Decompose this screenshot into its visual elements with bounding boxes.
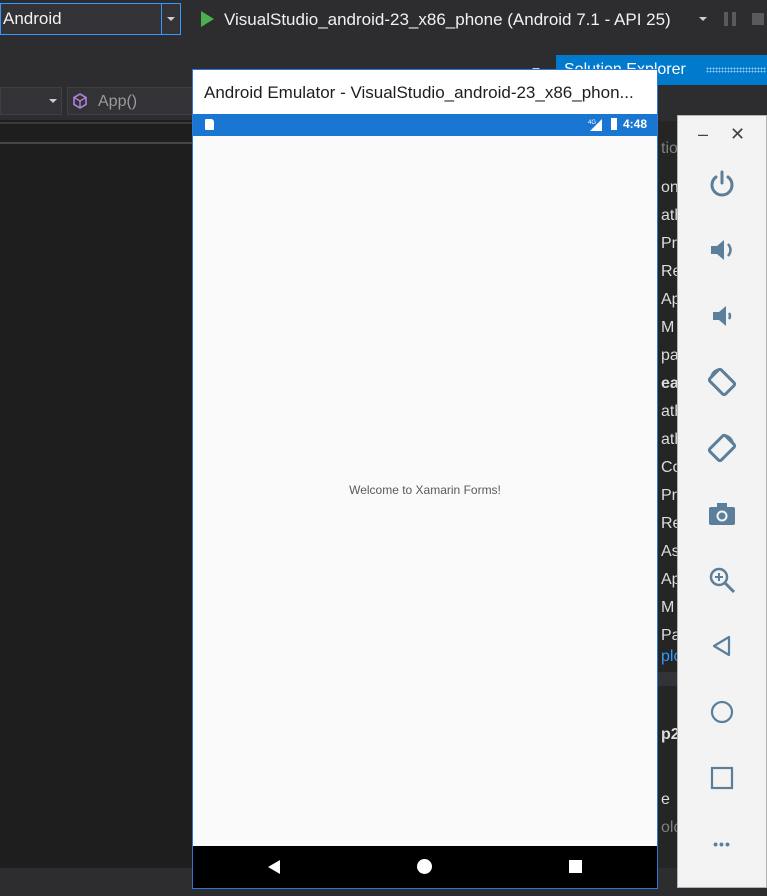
zoom-button[interactable] bbox=[704, 562, 740, 598]
tree-fragment: tio bbox=[661, 140, 678, 157]
member-dropdown[interactable]: App() bbox=[67, 87, 197, 115]
rotate-left-button[interactable] bbox=[704, 364, 740, 400]
tree-fragment[interactable]: M bbox=[661, 319, 674, 337]
back-button[interactable] bbox=[704, 628, 740, 664]
home-button[interactable] bbox=[704, 694, 740, 730]
emulator-toolbar: – ✕ ••• bbox=[677, 115, 767, 888]
svg-text:4G: 4G bbox=[588, 120, 596, 126]
more-icon[interactable]: ••• bbox=[704, 826, 740, 862]
signal-icon: 4G bbox=[588, 119, 602, 131]
panel-grip bbox=[706, 67, 766, 73]
stop-icon[interactable] bbox=[752, 13, 764, 25]
pause-icon[interactable] bbox=[724, 12, 736, 26]
power-button[interactable] bbox=[704, 166, 740, 202]
minimize-button[interactable]: – bbox=[698, 124, 708, 145]
battery-icon bbox=[611, 118, 617, 130]
screenshot-button[interactable] bbox=[704, 496, 740, 532]
chevron-down-icon bbox=[167, 17, 175, 21]
tree-fragment[interactable]: Pr bbox=[661, 487, 677, 505]
phone-status-bar: 4G 4:48 bbox=[193, 114, 657, 136]
volume-up-button[interactable] bbox=[704, 232, 740, 268]
overview-button[interactable] bbox=[704, 760, 740, 796]
welcome-label: Welcome to Xamarin Forms! bbox=[349, 483, 501, 497]
vs-toolbar: Android VisualStudio_android-23_x86_phon… bbox=[0, 0, 767, 42]
close-button[interactable]: ✕ bbox=[730, 124, 745, 145]
tree-fragment[interactable]: M bbox=[661, 599, 674, 617]
rotate-right-button[interactable] bbox=[704, 430, 740, 466]
android-recents-icon[interactable] bbox=[569, 860, 582, 873]
divider bbox=[0, 142, 200, 144]
run-target-dropdown-icon[interactable] bbox=[699, 17, 707, 21]
volume-down-button[interactable] bbox=[704, 298, 740, 334]
zoom-icon bbox=[709, 567, 736, 594]
run-target-label[interactable]: VisualStudio_android-23_x86_phone (Andro… bbox=[224, 10, 671, 30]
android-emulator-window[interactable]: Android Emulator - VisualStudio_android-… bbox=[192, 69, 658, 889]
volume-down-icon bbox=[713, 306, 732, 326]
android-back-icon[interactable] bbox=[268, 860, 280, 874]
tree-fragment: e bbox=[661, 791, 670, 808]
back-icon bbox=[712, 635, 731, 657]
chevron-down-icon bbox=[49, 99, 57, 103]
sd-card-icon bbox=[205, 119, 214, 130]
camera-icon bbox=[709, 503, 735, 525]
power-icon bbox=[710, 170, 734, 197]
home-icon bbox=[710, 700, 734, 724]
type-dropdown[interactable] bbox=[0, 87, 62, 115]
rotate-left-icon bbox=[707, 367, 737, 397]
platform-value: Android bbox=[3, 9, 62, 28]
android-nav-bar bbox=[193, 846, 657, 888]
phone-screen[interactable]: Welcome to Xamarin Forms! bbox=[193, 136, 657, 846]
volume-up-icon bbox=[711, 240, 732, 260]
tree-fragment[interactable]: Pr bbox=[661, 235, 677, 253]
platform-dropdown[interactable]: Android bbox=[0, 3, 181, 35]
method-cube-icon bbox=[73, 93, 87, 109]
overview-icon bbox=[710, 766, 734, 790]
phone-clock: 4:48 bbox=[623, 117, 648, 131]
rotate-right-icon bbox=[707, 433, 737, 463]
platform-dropdown-button[interactable] bbox=[161, 4, 180, 34]
start-debugging-icon[interactable] bbox=[201, 11, 214, 27]
divider bbox=[0, 122, 200, 124]
emulator-title: Android Emulator - VisualStudio_android-… bbox=[204, 83, 634, 102]
android-home-icon[interactable] bbox=[417, 859, 432, 874]
member-label: App() bbox=[98, 93, 138, 110]
